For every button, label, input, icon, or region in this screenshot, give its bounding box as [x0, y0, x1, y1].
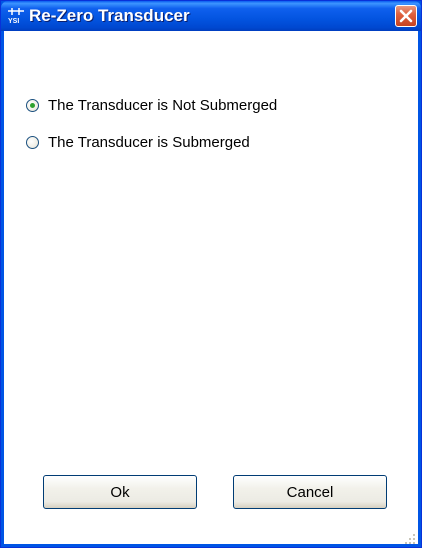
close-button[interactable]: [395, 5, 417, 27]
option-submerged[interactable]: The Transducer is Submerged: [26, 132, 250, 152]
option-not-submerged[interactable]: The Transducer is Not Submerged: [26, 95, 277, 115]
svg-text:YSI: YSI: [8, 18, 19, 25]
dialog-body: The Transducer is Not Submerged The Tran…: [4, 31, 418, 544]
ok-button[interactable]: Ok: [43, 475, 197, 509]
ysi-app-icon: YSI: [7, 7, 25, 25]
close-icon: [399, 9, 413, 23]
radio-not-submerged[interactable]: [26, 98, 39, 112]
dialog-window: YSI Re-Zero Transducer The Transducer is…: [0, 0, 422, 548]
window-title: Re-Zero Transducer: [29, 6, 190, 25]
radio-submerged[interactable]: [26, 135, 39, 149]
option-not-submerged-label: The Transducer is Not Submerged: [48, 96, 278, 114]
cancel-button[interactable]: Cancel: [233, 475, 387, 509]
title-bar[interactable]: YSI Re-Zero Transducer: [1, 1, 421, 31]
resize-grip-icon[interactable]: [404, 530, 416, 544]
option-submerged-label: The Transducer is Submerged: [48, 133, 250, 151]
